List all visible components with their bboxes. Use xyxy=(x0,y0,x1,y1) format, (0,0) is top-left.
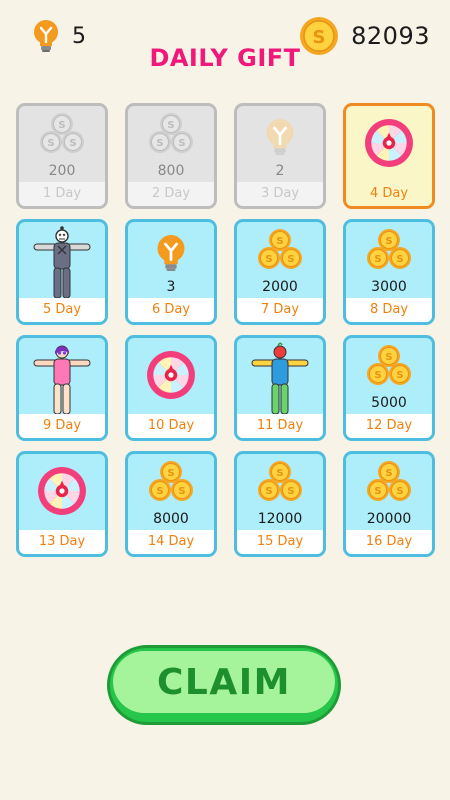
reward-amount: 200 xyxy=(48,163,76,179)
svg-text:S: S xyxy=(396,254,403,265)
gift-day-15[interactable]: S S S 12000 15 Day xyxy=(234,451,326,557)
robot-skin-icon xyxy=(19,224,105,302)
day-label: 6 Day xyxy=(128,298,214,322)
girl-skin-icon xyxy=(19,340,105,418)
svg-text:S: S xyxy=(374,254,381,265)
gift-day-14[interactable]: S S S 8000 14 Day xyxy=(125,451,217,557)
day-label: 13 Day xyxy=(19,530,105,554)
coins-icon: SSS xyxy=(237,228,323,286)
reward-amount: 8000 xyxy=(153,511,189,527)
claim-button-label: CLAIM xyxy=(157,661,291,703)
coins-icon: SSS xyxy=(237,460,323,518)
day-label: 3 Day xyxy=(237,182,323,206)
day-label: 9 Day xyxy=(19,414,105,438)
svg-text:S: S xyxy=(167,468,174,479)
page-title: DAILY GIFT xyxy=(149,44,301,72)
svg-text:S: S xyxy=(374,486,381,497)
day-label: 16 Day xyxy=(346,530,432,554)
gift-day-12[interactable]: S S S 5000 12 Day xyxy=(343,335,435,441)
coins-icon: SSS xyxy=(19,112,105,170)
svg-text:S: S xyxy=(396,486,403,497)
reward-amount: 800 xyxy=(157,163,185,179)
gift-day-8[interactable]: S S S 3000 8 Day xyxy=(343,219,435,325)
rainbow-skin-icon xyxy=(237,340,323,418)
gift-day-9[interactable]: 9 Day xyxy=(16,335,108,441)
day-label: 15 Day xyxy=(237,530,323,554)
coins-icon: SSS xyxy=(128,460,214,518)
lucky-wheel-icon xyxy=(19,466,105,524)
gift-day-3[interactable]: 2 3 Day xyxy=(234,103,326,209)
day-label: 4 Day xyxy=(346,182,432,206)
coins-icon: SSS xyxy=(346,228,432,286)
lucky-wheel-icon xyxy=(128,350,214,408)
gift-day-1[interactable]: S S S 200 1 Day xyxy=(16,103,108,209)
svg-text:S: S xyxy=(396,370,403,381)
svg-text:S: S xyxy=(265,254,272,265)
gift-day-2[interactable]: S S S 800 2 Day xyxy=(125,103,217,209)
svg-text:S: S xyxy=(385,236,392,247)
svg-text:S: S xyxy=(47,138,54,149)
day-label: 14 Day xyxy=(128,530,214,554)
claim-button-face: CLAIM xyxy=(113,651,335,713)
claim-button[interactable]: CLAIM xyxy=(107,645,341,725)
reward-amount: 2000 xyxy=(262,279,298,295)
day-label: 10 Day xyxy=(128,414,214,438)
reward-amount: 2 xyxy=(275,163,285,179)
svg-text:S: S xyxy=(374,370,381,381)
gift-day-7[interactable]: S S S 2000 7 Day xyxy=(234,219,326,325)
gift-day-5[interactable]: 5 Day xyxy=(16,219,108,325)
svg-text:S: S xyxy=(156,138,163,149)
gift-day-16[interactable]: S S S 20000 16 Day xyxy=(343,451,435,557)
svg-text:S: S xyxy=(178,138,185,149)
svg-text:S: S xyxy=(385,468,392,479)
day-label: 5 Day xyxy=(19,298,105,322)
day-label: 11 Day xyxy=(237,414,323,438)
day-label: 12 Day xyxy=(346,414,432,438)
reward-amount: 20000 xyxy=(366,511,412,527)
day-label: 7 Day xyxy=(237,298,323,322)
svg-text:S: S xyxy=(287,486,294,497)
svg-text:S: S xyxy=(69,138,76,149)
reward-amount: 5000 xyxy=(371,395,407,411)
lucky-wheel-icon xyxy=(346,118,432,176)
coins-icon: SSS xyxy=(346,344,432,402)
svg-text:S: S xyxy=(265,486,272,497)
svg-text:S: S xyxy=(276,236,283,247)
svg-text:S: S xyxy=(178,486,185,497)
svg-text:S: S xyxy=(385,352,392,363)
svg-text:S: S xyxy=(58,120,65,131)
gift-day-13[interactable]: 13 Day xyxy=(16,451,108,557)
gift-day-11[interactable]: 11 Day xyxy=(234,335,326,441)
svg-text:S: S xyxy=(156,486,163,497)
reward-amount: 12000 xyxy=(257,511,303,527)
day-label: 2 Day xyxy=(128,182,214,206)
gift-day-4[interactable]: 4 Day xyxy=(343,103,435,209)
reward-amount: 3 xyxy=(166,279,176,295)
daily-gift-grid: S S S 200 1 Day S S S 800 2 Day 23 Day 4 Day 5 Da… xyxy=(16,103,435,558)
svg-text:S: S xyxy=(167,120,174,131)
coins-icon: SSS xyxy=(346,460,432,518)
day-label: 1 Day xyxy=(19,182,105,206)
day-label: 8 Day xyxy=(346,298,432,322)
reward-amount: 3000 xyxy=(371,279,407,295)
svg-text:S: S xyxy=(276,468,283,479)
gift-day-10[interactable]: 10 Day xyxy=(125,335,217,441)
coins-icon: SSS xyxy=(128,112,214,170)
gift-day-6[interactable]: 3 6 Day xyxy=(125,219,217,325)
svg-text:S: S xyxy=(287,254,294,265)
